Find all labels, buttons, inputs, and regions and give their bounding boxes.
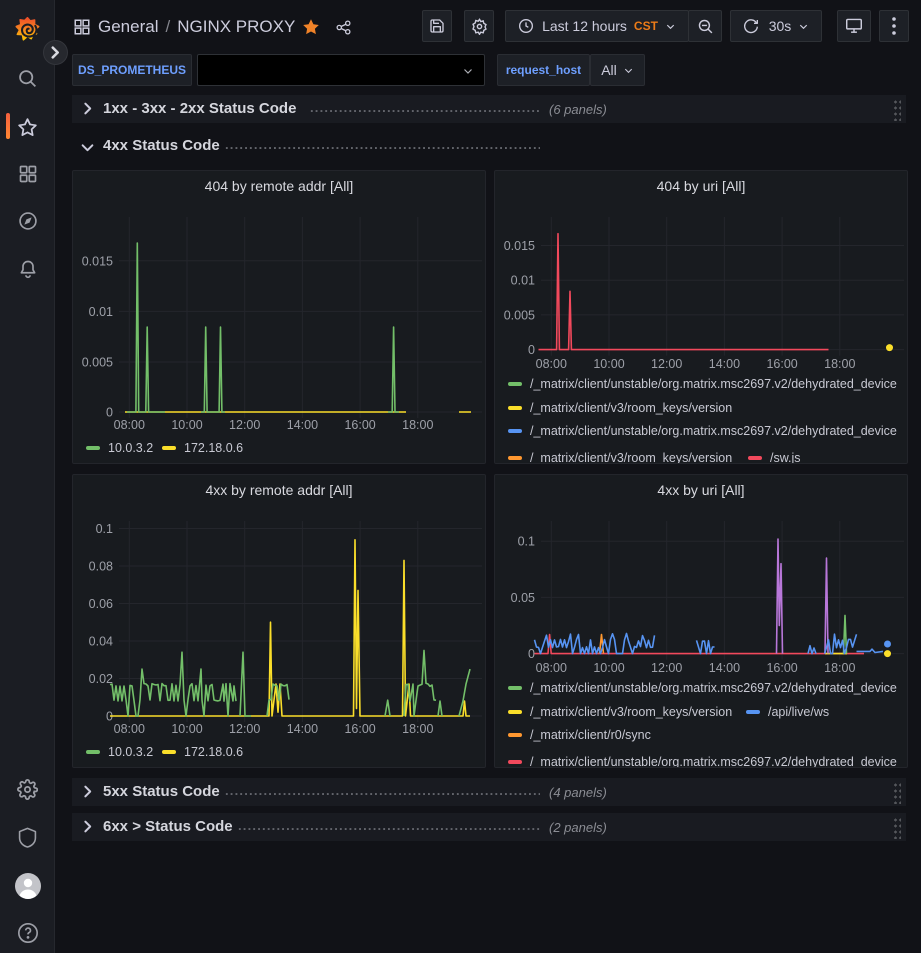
svg-text:10:00: 10:00 (171, 418, 202, 432)
svg-text:0.06: 0.06 (89, 597, 113, 611)
svg-text:10:00: 10:00 (171, 722, 202, 736)
svg-text:0.08: 0.08 (89, 560, 113, 574)
svg-text:0.1: 0.1 (96, 522, 113, 536)
svg-text:18:00: 18:00 (402, 722, 433, 736)
svg-text:08:00: 08:00 (114, 722, 145, 736)
svg-text:08:00: 08:00 (114, 418, 145, 432)
svg-text:0.015: 0.015 (82, 254, 113, 268)
svg-text:16:00: 16:00 (344, 722, 375, 736)
svg-text:16:00: 16:00 (344, 418, 375, 432)
svg-text:18:00: 18:00 (402, 418, 433, 432)
svg-text:0.04: 0.04 (89, 635, 113, 649)
svg-text:14:00: 14:00 (287, 418, 318, 432)
svg-text:0.01: 0.01 (89, 305, 113, 319)
svg-text:12:00: 12:00 (229, 418, 260, 432)
svg-text:0: 0 (106, 406, 113, 420)
svg-text:12:00: 12:00 (229, 722, 260, 736)
svg-text:0.005: 0.005 (82, 356, 113, 370)
svg-text:0.02: 0.02 (89, 672, 113, 686)
svg-text:14:00: 14:00 (287, 722, 318, 736)
